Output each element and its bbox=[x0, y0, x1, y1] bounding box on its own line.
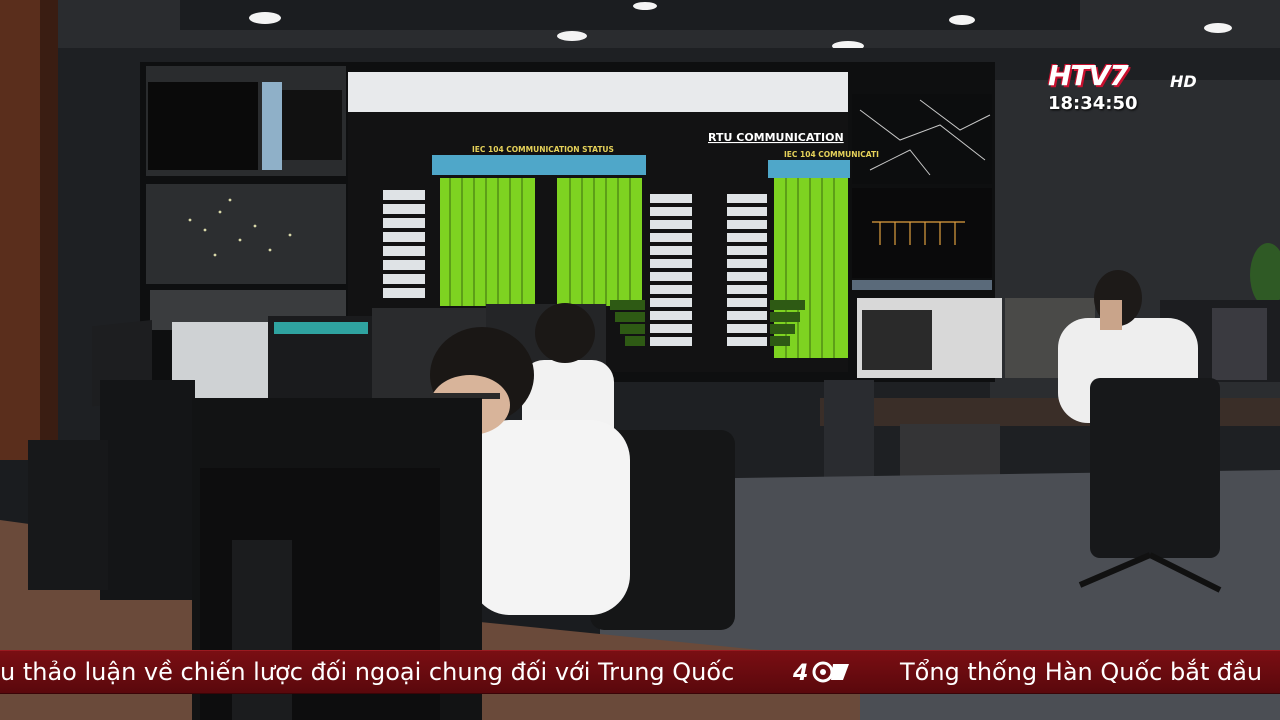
ticker-text-left: u thảo luận về chiến lược đối ngoại chun… bbox=[0, 658, 735, 686]
channel-logo: HTV7 HD bbox=[1048, 58, 1198, 94]
single-line-diagram-tile bbox=[852, 188, 992, 278]
channel-logo-text: HTV7 bbox=[1048, 59, 1129, 92]
office-chair bbox=[1090, 378, 1220, 558]
broadcast-clock: 18:34:50 bbox=[1048, 93, 1138, 114]
operator-front bbox=[470, 420, 630, 615]
anniversary-badge-icon: 4 bbox=[793, 661, 849, 686]
news-ticker: u thảo luận về chiến lược đối ngoại chun… bbox=[0, 650, 1280, 694]
svg-text:4: 4 bbox=[793, 661, 808, 686]
ticker-text-right: Tổng thống Hàn Quốc bắt đầu bbox=[900, 658, 1263, 686]
monitor bbox=[100, 380, 195, 600]
map-tile bbox=[146, 184, 346, 284]
channel-hd-badge: HD bbox=[1170, 72, 1197, 91]
line-map-tile bbox=[852, 94, 992, 184]
